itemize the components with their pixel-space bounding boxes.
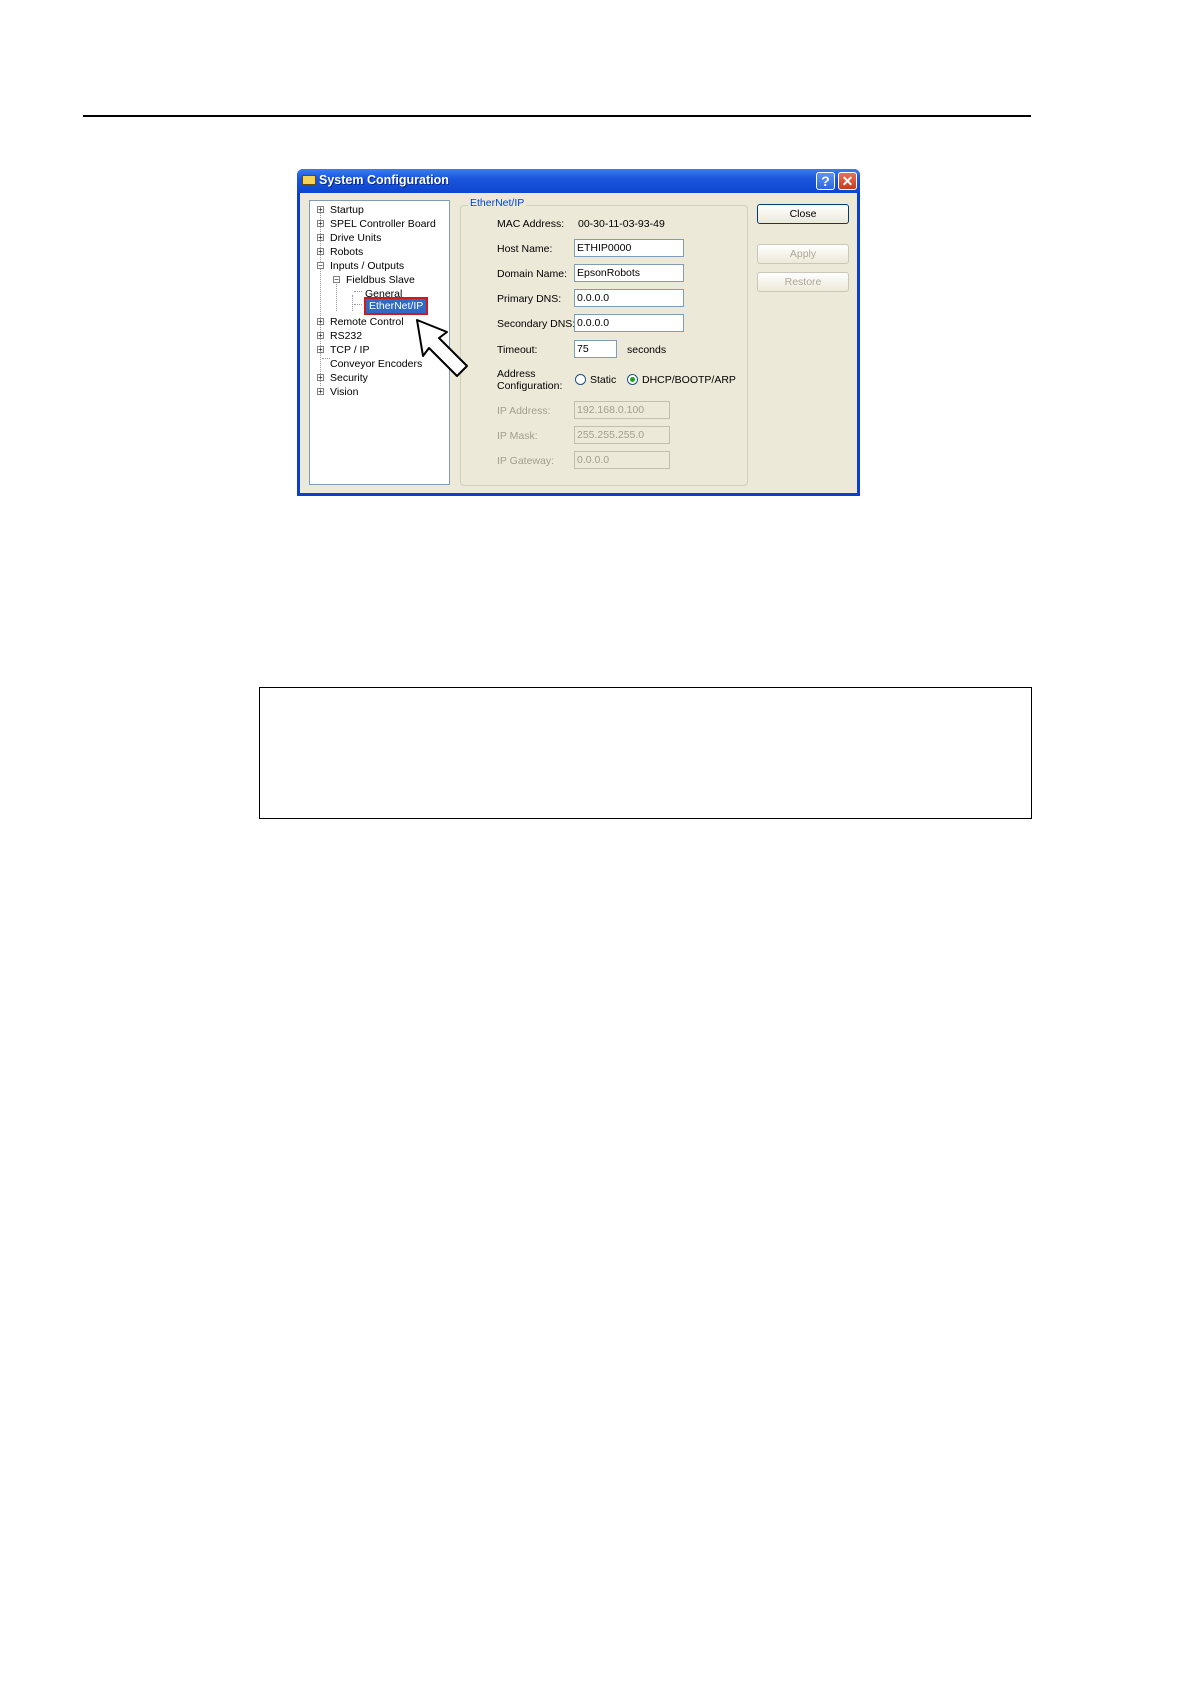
tree-item-label: Remote Control [330,316,404,328]
ip-gateway-label: IP Gateway: [497,455,555,467]
primary-dns-label: Primary DNS: [497,293,562,305]
close-window-button[interactable]: ✕ [838,172,857,190]
tree-item-label: Conveyor Encoders [330,358,423,370]
primary-dns-input[interactable]: 0.0.0.0 [574,289,684,307]
title-bar[interactable]: System Configuration ? ✕ [297,169,860,193]
dhcp-radio[interactable] [627,374,638,385]
restore-button[interactable]: Restore [757,272,849,292]
expand-icon[interactable]: + [317,374,324,382]
dialog-client-area: + Startup + SPEL Controller Board + Driv… [300,193,857,493]
timeout-label: Timeout: [497,344,538,356]
ip-address-input[interactable]: 192.168.0.100 [574,401,670,419]
collapse-icon[interactable]: − [317,262,324,270]
expand-icon[interactable]: + [317,346,324,354]
mac-address-label: MAC Address: [497,218,565,230]
static-radio-label[interactable]: Static [590,374,616,386]
mac-address-value: 00-30-11-03-93-49 [578,218,665,230]
tree-item-conveyor-encoders[interactable]: Conveyor Encoders [330,357,422,371]
tree-connector [336,281,337,311]
domain-name-input[interactable]: EpsonRobots [574,264,684,282]
tree-item-label: Fieldbus Slave [346,274,415,286]
static-radio[interactable] [575,374,586,385]
help-button[interactable]: ? [816,172,835,190]
tree-item-label: TCP / IP [330,344,370,356]
host-name-input[interactable]: ETHIP0000 [574,239,684,257]
ip-mask-input[interactable]: 255.255.255.0 [574,426,670,444]
page-top-rule [83,115,1031,117]
group-title: EtherNet/IP [468,197,527,209]
domain-name-label: Domain Name: [497,268,568,280]
tree-item-label: Inputs / Outputs [330,260,405,272]
tree-item-label: Security [330,372,368,384]
host-name-label: Host Name: [497,243,553,255]
address-config-label-2: Configuration: [497,380,563,392]
expand-icon[interactable]: + [317,234,324,242]
tree-connector [352,295,353,311]
tree-item-label: Startup [330,204,364,216]
tree-connector [354,304,362,305]
ip-address-label: IP Address: [497,405,551,417]
tree-item-label: Robots [330,246,364,258]
expand-icon[interactable]: + [317,388,324,396]
note-box [259,687,1032,819]
expand-icon[interactable]: + [317,248,324,256]
timeout-input[interactable]: 75 [574,340,617,358]
dhcp-radio-label[interactable]: DHCP/BOOTP/ARP [642,374,736,386]
address-config-label-1: Address [497,368,536,380]
collapse-icon[interactable]: − [333,276,340,284]
tree-item-ethernet-ip-selected[interactable]: EtherNet/IP [364,297,429,315]
secondary-dns-label: Secondary DNS: [497,318,576,330]
tree-connector [354,291,362,292]
tree-connector [322,358,330,359]
expand-icon[interactable]: + [317,220,324,228]
tree-item-label: Vision [330,386,359,398]
system-configuration-window: System Configuration ? ✕ + Startup + SPE… [297,169,860,496]
secondary-dns-input[interactable]: 0.0.0.0 [574,314,684,332]
tree-item-label: SPEL Controller Board [330,218,436,230]
expand-icon[interactable]: + [317,332,324,340]
app-icon [302,175,316,185]
expand-icon[interactable]: + [317,206,324,214]
radio-selected-dot [630,377,635,382]
expand-icon[interactable]: + [317,318,324,326]
tree-item-label: RS232 [330,330,363,342]
close-button[interactable]: Close [757,204,849,224]
apply-button[interactable]: Apply [757,244,849,264]
pointer-arrow-icon [416,319,468,377]
ip-mask-label: IP Mask: [497,430,538,442]
ip-gateway-input[interactable]: 0.0.0.0 [574,451,670,469]
window-title: System Configuration [319,173,449,187]
tree-item-label: Drive Units [330,232,382,244]
timeout-unit: seconds [627,344,667,356]
